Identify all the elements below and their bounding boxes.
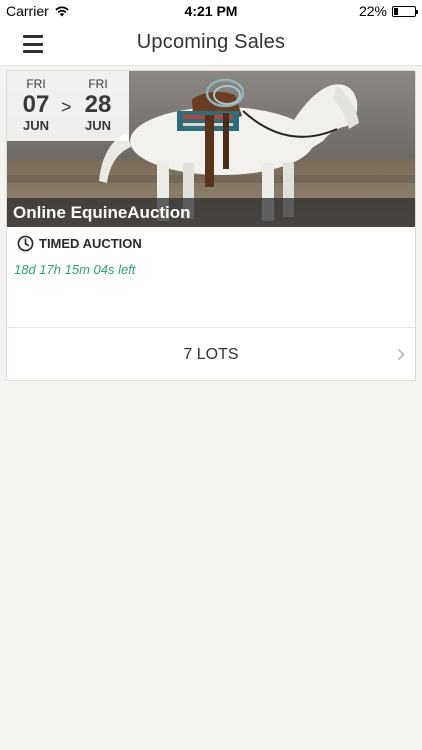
sale-type: TIMED AUCTION xyxy=(39,236,142,251)
status-right: 22% xyxy=(358,3,418,19)
sale-card[interactable]: FRI 07 JUN > FRI 28 JUN Online EquineAuc… xyxy=(6,70,416,381)
wifi-icon xyxy=(55,6,69,17)
start-day: 07 xyxy=(22,91,50,118)
start-month: JUN xyxy=(22,118,49,133)
start-date: FRI 07 JUN xyxy=(16,77,56,133)
lots-button[interactable]: 7 LOTS xyxy=(7,327,415,380)
status-bar: Carrier 4:21 PM 22% xyxy=(0,0,422,22)
carrier-label: Carrier xyxy=(6,3,49,19)
battery-icon xyxy=(392,5,418,17)
end-date: FRI 28 JUN xyxy=(78,77,118,133)
date-separator: > xyxy=(61,97,72,117)
battery-level xyxy=(394,7,399,15)
sale-type-row: TIMED AUCTION xyxy=(17,235,142,252)
status-left: Carrier xyxy=(6,3,70,19)
end-day: 28 xyxy=(84,91,112,118)
navigation-bar: Upcoming Sales xyxy=(0,22,422,66)
sale-title: Online EquineAuction xyxy=(13,203,191,222)
date-range: FRI 07 JUN > FRI 28 JUN xyxy=(7,71,129,141)
end-month: JUN xyxy=(84,118,111,133)
chevron-right-icon xyxy=(397,348,405,361)
hamburger-menu-icon[interactable] xyxy=(23,35,43,53)
start-day-of-week: FRI xyxy=(26,77,46,91)
end-day-of-week: FRI xyxy=(88,77,108,91)
sale-image[interactable]: FRI 07 JUN > FRI 28 JUN Online EquineAuc… xyxy=(7,71,415,227)
sale-info: TIMED AUCTION 18d 17h 15m 04s left xyxy=(7,227,415,327)
battery-percent: 22% xyxy=(358,3,387,19)
lots-label: 7 LOTS xyxy=(183,346,239,363)
page-title: Upcoming Sales xyxy=(136,31,286,53)
clock-icon xyxy=(17,235,34,252)
sale-title-bar: Online EquineAuction xyxy=(7,198,415,227)
countdown-timer: 18d 17h 15m 04s left xyxy=(14,262,136,277)
